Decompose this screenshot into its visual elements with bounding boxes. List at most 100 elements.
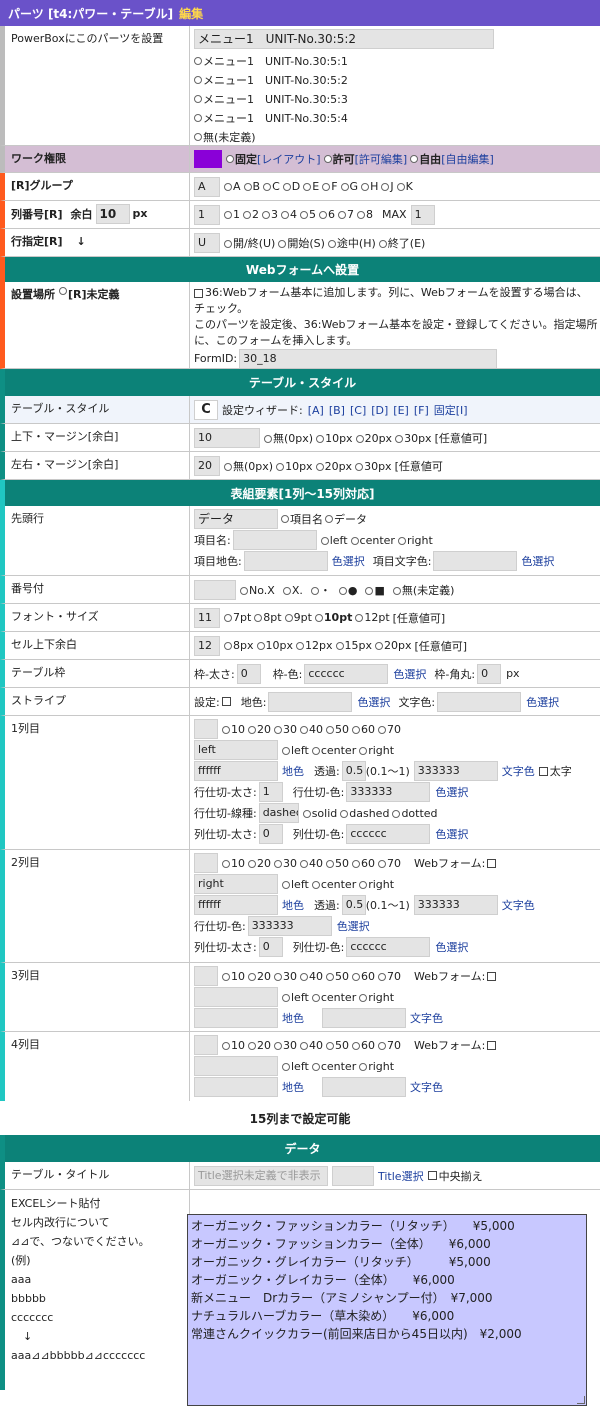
font-size-radio-1[interactable] — [254, 614, 263, 622]
group-radio-1[interactable] — [243, 183, 252, 191]
column1-text-color-link[interactable]: 文字色 — [502, 763, 535, 779]
numbering-radio-0[interactable] — [240, 586, 248, 595]
work-free-radio[interactable] — [410, 155, 419, 163]
vmargin-radio-0[interactable] — [264, 434, 272, 443]
column1-opacity-input[interactable]: 0.5 — [341, 761, 366, 781]
col1-align-radio-0[interactable] — [282, 746, 290, 755]
col2-width-radio-0[interactable] — [222, 859, 230, 868]
column2-width-input[interactable] — [194, 853, 218, 873]
group-radio-9[interactable] — [396, 183, 405, 191]
row-spec-radio-2[interactable] — [327, 239, 336, 248]
col3-width-radio-2[interactable] — [274, 972, 282, 981]
col3-align-radio-2[interactable] — [359, 993, 368, 1002]
col4-width-radio-5[interactable] — [352, 1041, 360, 1050]
col2-align-radio-0[interactable] — [282, 880, 290, 889]
column2-text-color-input[interactable]: 333333 — [413, 895, 498, 915]
stripe-text-select-link[interactable]: 色選択 — [526, 694, 559, 710]
col1-width-radio-6[interactable] — [378, 725, 386, 734]
row-spec-radio-3[interactable] — [378, 239, 387, 248]
col1-width-radio-1[interactable] — [248, 725, 256, 734]
column1-bg-link[interactable]: 地色 — [282, 763, 304, 779]
column2-text-color-link[interactable]: 文字色 — [502, 897, 535, 913]
column-number-radio-6[interactable] — [338, 211, 346, 219]
col2-width-radio-4[interactable] — [326, 859, 334, 868]
hmargin-radio-2[interactable] — [315, 462, 324, 471]
column-number-radio-5[interactable] — [319, 211, 327, 219]
data-textarea[interactable]: オーガニック・ファッションカラー（リタッチ） ¥5,000 オーガニック・ファッシ… — [187, 1214, 587, 1406]
col3-align-radio-0[interactable] — [282, 993, 290, 1002]
col4-width-radio-3[interactable] — [300, 1041, 308, 1050]
table-title-input[interactable]: Title選択未定義で非表示 — [194, 1165, 328, 1186]
vmargin-input[interactable]: 10 — [194, 427, 260, 448]
col3-width-radio-5[interactable] — [352, 972, 360, 981]
undefined-radio[interactable] — [59, 287, 67, 295]
col4-width-radio-2[interactable] — [274, 1041, 282, 1050]
column2-colline-color-input[interactable]: cccccc — [346, 937, 431, 957]
column3-text-color-link[interactable]: 文字色 — [410, 1010, 443, 1026]
column2-bg-link[interactable]: 地色 — [282, 897, 304, 913]
group-radio-8[interactable] — [381, 183, 390, 191]
group-radio-2[interactable] — [263, 183, 272, 191]
resize-handle-icon[interactable] — [577, 1396, 585, 1404]
max-input[interactable]: 1 — [410, 204, 435, 225]
col2-width-radio-1[interactable] — [248, 859, 256, 868]
group-radio-5[interactable] — [322, 183, 331, 191]
row-spec-input[interactable]: U — [194, 232, 220, 253]
column-number-input[interactable]: 1 — [194, 204, 220, 225]
stripe-bg-input[interactable] — [268, 691, 353, 712]
col1-width-radio-3[interactable] — [300, 725, 308, 734]
border-width-input[interactable]: 0 — [236, 663, 261, 684]
col4-width-radio-4[interactable] — [326, 1041, 334, 1050]
column-number-radio-0[interactable] — [224, 211, 232, 219]
rowline-style-radio-0[interactable] — [302, 809, 311, 818]
wizard-link-6[interactable]: 固定[I] — [434, 404, 468, 417]
powerbox-radio-2[interactable] — [194, 94, 202, 103]
cell-padding-input[interactable]: 12 — [194, 635, 220, 656]
column-number-radio-7[interactable] — [357, 211, 365, 219]
column3-webform-checkbox[interactable] — [487, 971, 497, 981]
row-spec-radio-1[interactable] — [278, 239, 287, 248]
work-color-swatch[interactable] — [194, 150, 222, 168]
wizard-link-2[interactable]: [C] — [350, 404, 366, 417]
col2-width-radio-3[interactable] — [300, 859, 308, 868]
formid-input[interactable]: 30_18 — [239, 349, 498, 368]
head-name-radio[interactable] — [281, 515, 289, 523]
col3-align-radio-1[interactable] — [311, 993, 320, 1002]
vmargin-radio-2[interactable] — [355, 434, 364, 443]
col3-width-radio-1[interactable] — [248, 972, 256, 981]
cell-padding-radio-3[interactable] — [335, 642, 344, 650]
column2-bg-input[interactable]: ffffff — [194, 895, 278, 915]
cell-padding-radio-0[interactable] — [224, 642, 232, 650]
group-radio-4[interactable] — [303, 183, 312, 191]
head-align-radio-2[interactable] — [397, 536, 406, 545]
font-size-radio-3[interactable] — [314, 614, 323, 622]
col4-align-radio-0[interactable] — [282, 1062, 290, 1071]
item-name-input[interactable] — [232, 530, 317, 550]
column1-colline-color-input[interactable]: cccccc — [346, 824, 431, 844]
column2-rowline-color-input[interactable]: 333333 — [247, 916, 332, 936]
column1-align-input[interactable]: left — [194, 740, 278, 760]
column1-rowline-select-link[interactable]: 色選択 — [435, 784, 468, 800]
column1-rowline-style-input[interactable]: dashed — [258, 803, 299, 823]
vmargin-radio-1[interactable] — [316, 434, 325, 443]
cell-padding-radio-4[interactable] — [375, 642, 383, 650]
column-number-radio-1[interactable] — [243, 211, 251, 219]
col3-width-radio-4[interactable] — [326, 972, 334, 981]
border-color-input[interactable]: cccccc — [304, 663, 389, 684]
border-color-select-link[interactable]: 色選択 — [393, 666, 426, 682]
column-number-radio-2[interactable] — [262, 211, 270, 219]
column3-align-input[interactable] — [194, 987, 278, 1007]
column1-rowline-width-input[interactable]: 1 — [258, 782, 283, 802]
col1-width-radio-4[interactable] — [326, 725, 334, 734]
cell-padding-radio-1[interactable] — [256, 642, 265, 650]
table-style-input[interactable]: C — [194, 399, 218, 420]
head-row-input[interactable]: データ — [194, 509, 278, 529]
column1-colline-width-input[interactable]: 0 — [258, 824, 283, 844]
column3-bg-link[interactable]: 地色 — [282, 1010, 304, 1026]
column4-bg-link[interactable]: 地色 — [282, 1079, 304, 1095]
powerbox-select[interactable]: メニュー1 UNIT-No.30:5:2 — [194, 29, 494, 49]
col3-width-radio-6[interactable] — [378, 972, 386, 981]
col1-width-radio-5[interactable] — [352, 725, 360, 734]
powerbox-radio-0[interactable] — [194, 56, 202, 65]
col2-width-radio-6[interactable] — [378, 859, 386, 868]
